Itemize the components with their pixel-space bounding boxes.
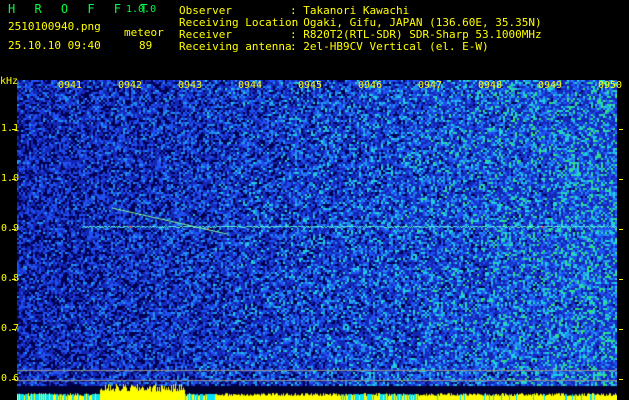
meteor-label: meteor — [124, 26, 164, 39]
y-tick-mark — [619, 329, 623, 330]
app-version: 1.0.0 — [126, 4, 157, 15]
y-tick-mark — [12, 229, 16, 230]
y-tick-mark — [12, 329, 16, 330]
info-value: : 2el-HB9CV Vertical (el. E-W) — [290, 40, 489, 53]
y-tick-mark — [619, 379, 623, 380]
y-tick-mark — [619, 279, 623, 280]
x-tick-label: 0949 — [538, 80, 563, 91]
y-tick-label: 1.1 — [1, 123, 20, 134]
x-tick-label: 0942 — [118, 80, 143, 91]
x-tick-label: 0948 — [478, 80, 503, 91]
x-tick-label: 0941 — [58, 80, 83, 91]
y-tick-label: 0.8 — [1, 273, 20, 284]
info-label: Receiving antenna — [179, 40, 292, 53]
x-tick-label: 0945 — [298, 80, 323, 91]
y-tick-label: 1.0 — [1, 173, 20, 184]
y-tick-mark — [12, 279, 16, 280]
y-tick-mark — [12, 179, 16, 180]
y-tick-label: 0.9 — [1, 223, 20, 234]
x-tick-label: 0950 — [598, 80, 623, 91]
x-tick-label: 0946 — [358, 80, 383, 91]
y-tick-mark — [619, 129, 623, 130]
y-tick-mark — [619, 179, 623, 180]
y-tick-mark — [12, 129, 16, 130]
filename: 2510100940.png — [8, 20, 101, 33]
spectrogram — [17, 80, 617, 400]
y-axis-unit: kHz — [0, 76, 19, 87]
y-tick-label: 0.7 — [1, 323, 20, 334]
y-tick-mark — [619, 229, 623, 230]
y-tick-label: 0.6 — [1, 373, 20, 384]
datetime: 25.10.10 09:40 — [8, 39, 101, 52]
x-tick-label: 0947 — [418, 80, 443, 91]
x-tick-label: 0943 — [178, 80, 203, 91]
meteor-count: 89 — [139, 39, 153, 52]
y-tick-mark — [12, 379, 16, 380]
x-tick-label: 0944 — [238, 80, 263, 91]
